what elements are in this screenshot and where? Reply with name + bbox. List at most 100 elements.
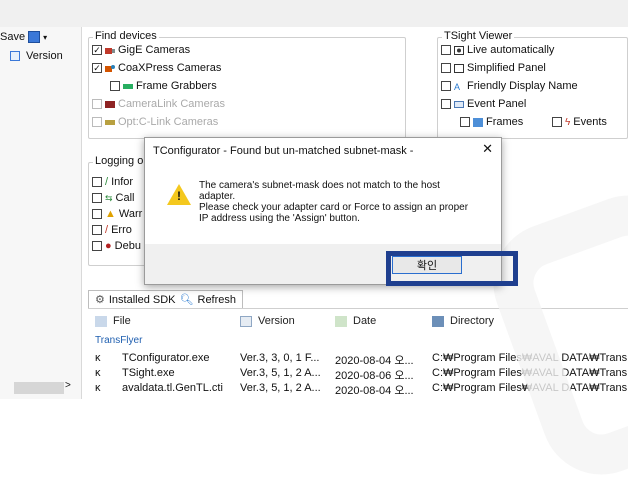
sdk-icon: ⚙ — [95, 294, 105, 306]
save-button[interactable]: Save ▾ — [0, 29, 47, 45]
group-label-transflyer: TransFlyer — [95, 335, 143, 346]
log-warning-option[interactable]: ▲ Warr — [92, 208, 142, 220]
log-info-label: Infor — [111, 176, 134, 188]
simplified-checkbox[interactable] — [441, 63, 451, 73]
tree-item-version[interactable]: Version — [10, 50, 63, 62]
save-icon — [28, 31, 41, 43]
group-title: Find devices — [93, 30, 159, 42]
chevron-down-icon[interactable]: ▾ — [43, 33, 47, 42]
bug-icon: ● — [105, 240, 112, 252]
save-label: Save — [0, 31, 26, 43]
log-call-option[interactable]: ⇆ Call — [92, 192, 135, 204]
cell-version: Ver.3, 5, 1, 2 A... — [240, 367, 321, 379]
frames-option[interactable]: Frames — [460, 116, 523, 128]
optc-checkbox[interactable] — [92, 117, 102, 127]
coaxpress-option[interactable]: CoaXPress Cameras — [92, 62, 221, 74]
log-warning-checkbox[interactable] — [92, 209, 102, 219]
highlight-box — [386, 251, 518, 286]
event-panel-label: Event Panel — [467, 98, 527, 110]
column-header-file[interactable]: File — [95, 315, 131, 327]
friendly-option[interactable]: A Friendly Display Name — [441, 80, 578, 92]
row-arrow-icon: κ — [95, 352, 101, 364]
cell-date: 2020-08-04 오... — [335, 355, 414, 367]
column-header-date[interactable]: Date — [335, 315, 376, 327]
events-option[interactable]: ϟ Events — [552, 116, 607, 128]
column-date-label: Date — [353, 315, 377, 327]
dialog-body: ! The camera's subnet-mask does not matc… — [145, 164, 501, 244]
log-info-option[interactable]: / Infor — [92, 176, 133, 188]
log-call-label: Call — [115, 192, 135, 204]
coaxpress-label: CoaXPress Cameras — [118, 62, 222, 74]
refresh-icon[interactable]: 🔍︎ — [180, 293, 194, 306]
live-label: Live automatically — [467, 44, 555, 56]
column-version-label: Version — [258, 315, 295, 327]
frame-grabbers-label: Frame Grabbers — [136, 80, 217, 92]
friendly-label: Friendly Display Name — [467, 80, 578, 92]
folder-icon — [432, 315, 444, 327]
log-error-label: Erro — [111, 224, 132, 236]
event-panel-icon — [454, 100, 464, 108]
version-icon — [240, 315, 252, 327]
dialog-title: TConfigurator - Found but un-matched sub… — [153, 145, 414, 157]
gige-checkbox[interactable] — [92, 45, 102, 55]
call-icon: ⇆ — [105, 192, 113, 203]
scroll-right-arrow[interactable]: > — [65, 380, 71, 391]
column-header-directory[interactable]: Directory — [432, 315, 494, 327]
cameralink-option[interactable]: CameraLink Cameras — [92, 98, 225, 110]
live-option[interactable]: Live automatically — [441, 44, 554, 56]
row-arrow-icon: κ — [95, 367, 101, 379]
log-call-checkbox[interactable] — [92, 193, 102, 203]
live-icon — [454, 45, 464, 55]
close-icon[interactable]: ✕ — [482, 141, 493, 157]
frames-checkbox[interactable] — [460, 117, 470, 127]
dialog-message-line: The camera's subnet-mask does not match … — [199, 180, 440, 191]
lightning-icon: ϟ — [565, 116, 571, 128]
column-directory-label: Directory — [450, 315, 495, 327]
event-panel-checkbox[interactable] — [441, 99, 451, 109]
log-warning-label: Warr — [118, 208, 143, 220]
log-error-option[interactable]: / Erro — [92, 224, 132, 236]
frames-icon — [473, 117, 483, 127]
friendly-name-icon: A — [454, 82, 460, 91]
column-header-version[interactable]: Version — [240, 315, 295, 327]
row-arrow-icon: κ — [95, 382, 101, 394]
log-error-checkbox[interactable] — [92, 225, 102, 235]
events-checkbox[interactable] — [552, 117, 562, 127]
gige-option[interactable]: GigE Cameras — [92, 44, 190, 56]
optc-icon — [105, 119, 115, 125]
cameralink-checkbox[interactable] — [92, 99, 102, 109]
dialog-message-line: Please check your adapter card or Force … — [199, 202, 469, 213]
gige-camera-icon — [105, 47, 115, 54]
log-debug-label: Debu — [114, 240, 141, 252]
log-debug-checkbox[interactable] — [92, 241, 102, 251]
cell-version: Ver.3, 3, 0, 1 F... — [240, 352, 320, 364]
cell-file: TSight.exe — [122, 367, 175, 379]
panel-icon — [454, 63, 464, 73]
cameralink-icon — [105, 100, 115, 108]
events-label: Events — [573, 116, 607, 128]
tab-installed-sdk[interactable]: ⚙ Installed SDK 🔍︎ Refresh — [88, 290, 244, 308]
friendly-checkbox[interactable] — [441, 81, 451, 91]
horizontal-scrollbar-thumb[interactable] — [14, 382, 64, 394]
refresh-button[interactable]: Refresh — [198, 294, 237, 306]
log-info-checkbox[interactable] — [92, 177, 102, 187]
coaxpress-checkbox[interactable] — [92, 63, 102, 73]
cell-date: 2020-08-06 오... — [335, 370, 414, 382]
document-icon — [10, 51, 20, 61]
column-file-label: File — [113, 315, 131, 327]
live-checkbox[interactable] — [441, 45, 451, 55]
top-toolbar-band — [0, 0, 628, 27]
dialog-message: The camera's subnet-mask does not match … — [199, 180, 491, 224]
event-panel-option[interactable]: Event Panel — [441, 98, 526, 110]
simplified-label: Simplified Panel — [467, 62, 546, 74]
svg-text:A: A — [454, 82, 460, 91]
tab-installed-sdk-label: Installed SDK — [108, 293, 176, 306]
log-debug-option[interactable]: ● Debu — [92, 240, 141, 252]
simplified-option[interactable]: Simplified Panel — [441, 62, 546, 74]
warning-icon: ▲ — [105, 208, 116, 220]
optc-option[interactable]: Opt:C-Link Cameras — [92, 116, 218, 128]
calendar-icon — [335, 315, 347, 327]
dialog-message-line: IP address using the 'Assign' button. — [199, 213, 360, 224]
frame-grabbers-option[interactable]: Frame Grabbers — [110, 80, 217, 92]
frame-grabbers-checkbox[interactable] — [110, 81, 120, 91]
